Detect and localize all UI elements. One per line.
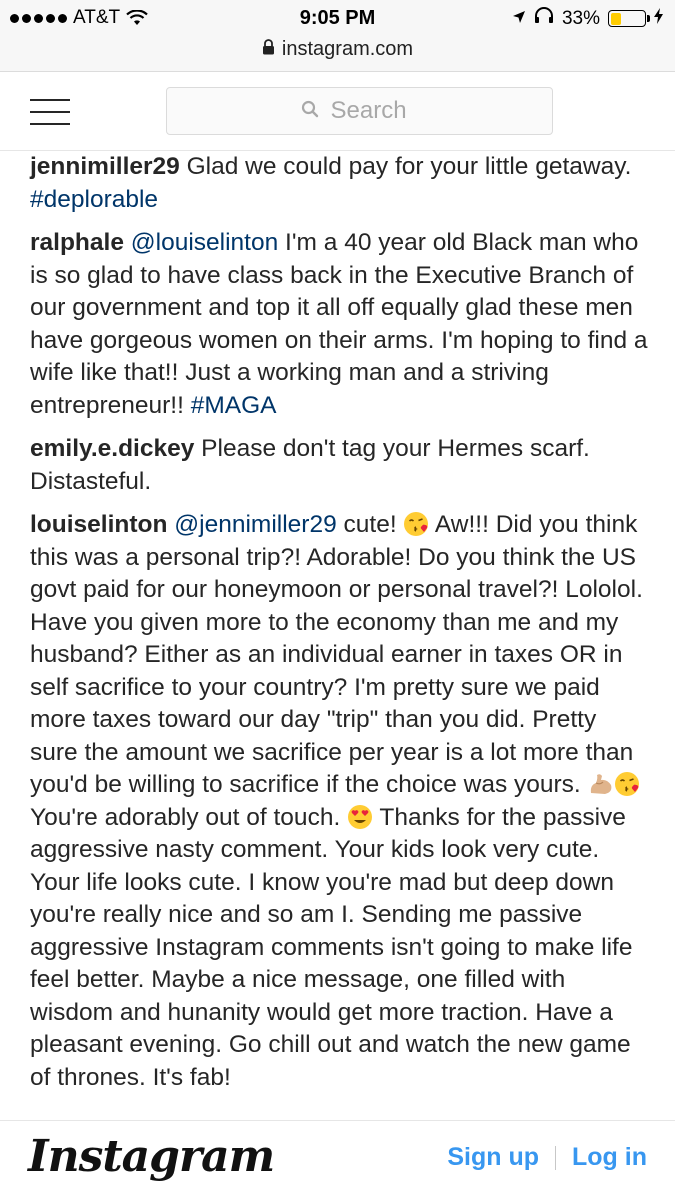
comment-username[interactable]: louiselinton	[30, 511, 167, 538]
search-box[interactable]	[166, 87, 553, 135]
battery-icon	[608, 10, 650, 27]
status-right: 33%	[512, 7, 663, 30]
comment-mention[interactable]: @louiselinton	[131, 229, 278, 256]
divider	[555, 1145, 557, 1170]
auth-links: Sign up Log in	[447, 1143, 647, 1172]
comments-list: jennimiller29 Glad we could pay for your…	[30, 151, 648, 1094]
comment: louiselinton @jennimiller29 cute! Aw!!! …	[30, 509, 648, 1094]
comment-text: You're adorably out of touch.	[30, 803, 348, 831]
instagram-logo[interactable]: Instagram	[28, 1131, 275, 1182]
heart-eyes-emoji-icon	[347, 804, 373, 830]
url-bar[interactable]: instagram.com	[0, 38, 675, 61]
status-bar: AT&T 9:05 PM 33%	[0, 0, 675, 38]
comment-username[interactable]: jennimiller29	[30, 153, 180, 180]
browser-chrome: AT&T 9:05 PM 33% instagram.com	[0, 0, 675, 72]
battery-percent: 33%	[561, 7, 600, 29]
comment-text: Thanks for the passive aggressive nasty …	[30, 803, 633, 1091]
sign-up-link[interactable]: Sign up	[447, 1143, 539, 1172]
comment-hashtag[interactable]: #deplorable	[30, 186, 158, 213]
comment-mention[interactable]: @jennimiller29	[174, 511, 336, 538]
flexed-biceps-emoji-icon	[588, 771, 614, 797]
kiss-emoji-icon	[403, 511, 429, 537]
lock-icon	[262, 38, 275, 61]
comment: jennimiller29 Glad we could pay for your…	[30, 151, 648, 216]
charging-bolt-icon	[654, 7, 663, 30]
headphones-icon	[534, 7, 554, 30]
location-arrow-icon	[512, 8, 526, 30]
instagram-header	[0, 73, 675, 151]
comment-text: Glad we could pay for your little getawa…	[179, 153, 632, 180]
login-footer: Instagram Sign up Log in	[0, 1120, 675, 1200]
comment-text: I'm a 40 year old Black man who is so gl…	[30, 229, 648, 419]
search-icon	[301, 100, 319, 123]
comment: ralphale @louiselinton I'm a 40 year old…	[30, 227, 648, 422]
menu-icon[interactable]	[30, 97, 70, 127]
comment-username[interactable]: ralphale	[30, 229, 124, 256]
comment-hashtag[interactable]: #MAGA	[191, 392, 277, 419]
comment: emily.e.dickey Please don't tag your Her…	[30, 433, 648, 498]
comment-text: cute!	[336, 511, 404, 538]
log-in-link[interactable]: Log in	[572, 1143, 647, 1172]
url-text: instagram.com	[281, 38, 414, 60]
search-input[interactable]	[328, 96, 419, 126]
battery-level	[610, 12, 622, 25]
comment-text: Aw!!! Did you think this was a personal …	[30, 511, 643, 798]
kiss-emoji-icon	[614, 771, 640, 797]
comment-username[interactable]: emily.e.dickey	[30, 435, 194, 462]
